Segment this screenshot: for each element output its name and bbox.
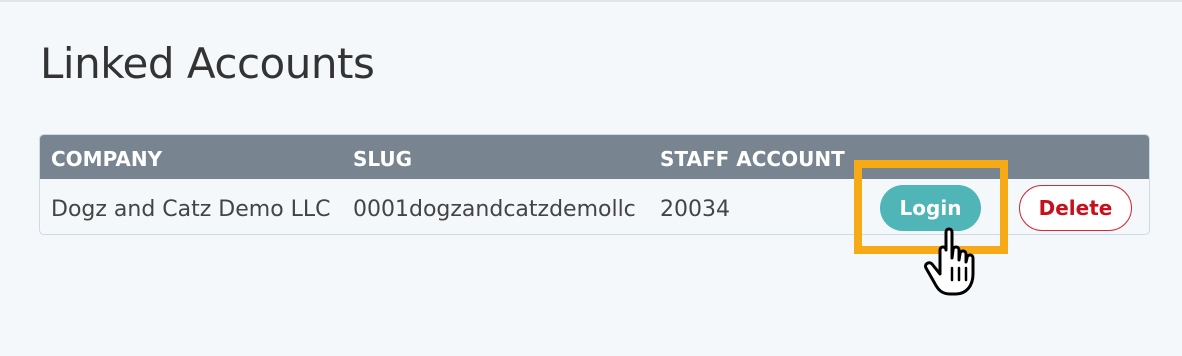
cell-staff-account: 20034 [660,197,730,222]
cell-company: Dogz and Catz Demo LLC [51,197,331,222]
hand-pointer-icon [924,227,975,296]
header-slug: SLUG [353,147,413,171]
top-divider [0,0,1182,2]
cell-slug: 0001dogzandcatzdemollc [353,197,636,222]
login-button[interactable]: Login [880,185,981,231]
delete-button[interactable]: Delete [1019,185,1132,231]
page-title: Linked Accounts [40,39,375,88]
table-header: COMPANY SLUG STAFF ACCOUNT [40,135,1149,179]
header-staff-account: STAFF ACCOUNT [660,147,845,171]
linked-accounts-table: COMPANY SLUG STAFF ACCOUNT Dogz and Catz… [39,134,1150,235]
header-company: COMPANY [51,147,163,171]
